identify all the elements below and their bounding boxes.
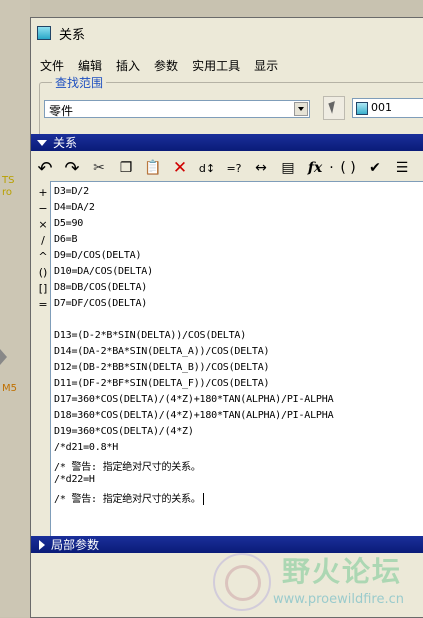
- operator-plus[interactable]: +: [37, 186, 49, 202]
- relation-line[interactable]: /* 警告: 指定绝对尺寸的关系。: [54, 458, 201, 473]
- relation-line[interactable]: D12=(DB-2*BB*SIN(DELTA_B))/COS(DELTA): [54, 362, 270, 377]
- relation-line[interactable]: D19=360*COS(DELTA)/(4*Z): [54, 426, 194, 441]
- delete-icon[interactable]: ✕: [167, 157, 193, 179]
- text-cursor: [202, 493, 204, 505]
- relation-line[interactable]: D10=DA/COS(DELTA): [54, 266, 153, 281]
- unit-icon[interactable]: ▤: [275, 157, 301, 179]
- chevron-down-icon[interactable]: [294, 102, 308, 116]
- menu-insert[interactable]: 插入: [111, 57, 145, 74]
- operator-brackets[interactable]: []: [37, 282, 49, 298]
- cad-dimension-label: M5: [2, 383, 17, 394]
- relation-line[interactable]: D4=DA/2: [54, 202, 95, 217]
- relation-line-text: /* 警告: 指定绝对尺寸的关系。: [54, 494, 201, 505]
- operator-parentheses[interactable]: (): [37, 266, 49, 282]
- function-icon[interactable]: fx: [302, 157, 328, 179]
- local-params-label: 局部参数: [51, 538, 100, 552]
- relation-line-last[interactable]: /* 警告: 指定绝对尺寸的关系。: [54, 490, 204, 505]
- relation-line[interactable]: /*d21=0.8*H: [54, 442, 118, 457]
- menu-utilities[interactable]: 实用工具: [187, 57, 245, 74]
- watermark-url: www.proewildfire.cn: [273, 592, 404, 607]
- relation-line[interactable]: D11=(DF-2*BF*SIN(DELTA_F))/COS(DELTA): [54, 378, 270, 393]
- relations-section-header[interactable]: 关系: [31, 134, 423, 151]
- title-bar[interactable]: 关系: [31, 18, 423, 48]
- expand-icon: [39, 539, 45, 550]
- cut-icon[interactable]: ✂: [86, 157, 112, 179]
- relation-line[interactable]: D3=D/2: [54, 186, 89, 201]
- relation-line[interactable]: D8=DB/COS(DELTA): [54, 282, 147, 297]
- relation-line[interactable]: D6=B: [54, 234, 77, 249]
- menu-edit[interactable]: 编辑: [73, 57, 107, 74]
- relations-editor[interactable]: D3=D/2 D4=DA/2 D5=90 D6=B D9=D/COS(DELTA…: [50, 181, 423, 537]
- verify-icon[interactable]: ✔: [362, 157, 388, 179]
- relation-line[interactable]: D13=(D-2*B*SIN(DELTA))/COS(DELTA): [54, 330, 246, 345]
- cad-background: [0, 0, 30, 617]
- paste-icon[interactable]: 📋: [140, 157, 166, 179]
- relation-line[interactable]: D17=360*COS(DELTA)/(4*Z)+180*TAN(ALPHA)/…: [54, 394, 334, 409]
- operator-power[interactable]: ^: [37, 250, 49, 266]
- operator-minus[interactable]: −: [37, 202, 49, 218]
- look-in-group: 查找范围 零件 001: [39, 74, 423, 142]
- relation-line[interactable]: D7=DF/COS(DELTA): [54, 298, 147, 313]
- relations-section-label: 关系: [53, 136, 78, 150]
- menu-display[interactable]: 显示: [249, 57, 283, 74]
- cad-arrow-shape: [0, 349, 7, 365]
- menu-parameters[interactable]: 参数: [149, 57, 183, 74]
- app-icon: [37, 26, 51, 40]
- scope-type-select[interactable]: 零件: [44, 100, 310, 118]
- select-arrow-button[interactable]: [323, 96, 345, 120]
- list-icon[interactable]: ☰: [389, 157, 415, 179]
- scope-type-value: 零件: [49, 104, 74, 118]
- redo-icon[interactable]: ↷: [59, 157, 85, 179]
- operator-equals[interactable]: =: [37, 298, 49, 314]
- collapse-icon: [37, 139, 47, 146]
- sort-icon[interactable]: d↕: [194, 157, 220, 179]
- model-value: 001: [371, 101, 392, 114]
- relations-toolbar: ↶ ↷ ✂ ❐ 📋 ✕ d↕ =? ↔ ▤ fx · ( ) ✔ ☰: [31, 153, 423, 183]
- model-field[interactable]: 001: [352, 98, 423, 118]
- dimension-icon[interactable]: ↔: [248, 157, 274, 179]
- undo-icon[interactable]: ↶: [32, 157, 58, 179]
- relation-line[interactable]: D5=90: [54, 218, 83, 233]
- relations-dialog: 关系 文件 编辑 插入 参数 实用工具 显示 查找范围 零件 001 关系 ↶ …: [30, 17, 423, 618]
- parentheses-icon[interactable]: ( ): [335, 157, 361, 179]
- relation-line[interactable]: D14=(DA-2*BA*SIN(DELTA_A))/COS(DELTA): [54, 346, 270, 361]
- operator-divide[interactable]: /: [37, 234, 49, 250]
- cad-dimension-label: TS: [2, 175, 15, 186]
- evaluate-icon[interactable]: =?: [221, 157, 247, 179]
- watermark-logo-icon: [213, 553, 271, 611]
- copy-icon[interactable]: ❐: [113, 157, 139, 179]
- menu-bar: 文件 编辑 插入 参数 实用工具 显示: [31, 55, 423, 75]
- relation-line[interactable]: /*d22=H: [54, 474, 95, 489]
- cad-dimension-label: ro: [2, 187, 13, 198]
- part-icon: [356, 102, 368, 115]
- look-in-title: 查找范围: [52, 74, 107, 91]
- window-title: 关系: [59, 27, 86, 43]
- watermark-title: 野火论坛: [282, 555, 403, 588]
- operator-multiply[interactable]: ×: [37, 218, 49, 234]
- relation-line[interactable]: D9=D/COS(DELTA): [54, 250, 142, 265]
- relation-line[interactable]: D18=360*COS(DELTA)/(4*Z)+180*TAN(ALPHA)/…: [54, 410, 334, 425]
- menu-file[interactable]: 文件: [35, 57, 69, 74]
- operator-palette: + − × / ^ () [] =: [37, 186, 49, 314]
- toolbar-separator: ·: [329, 160, 334, 176]
